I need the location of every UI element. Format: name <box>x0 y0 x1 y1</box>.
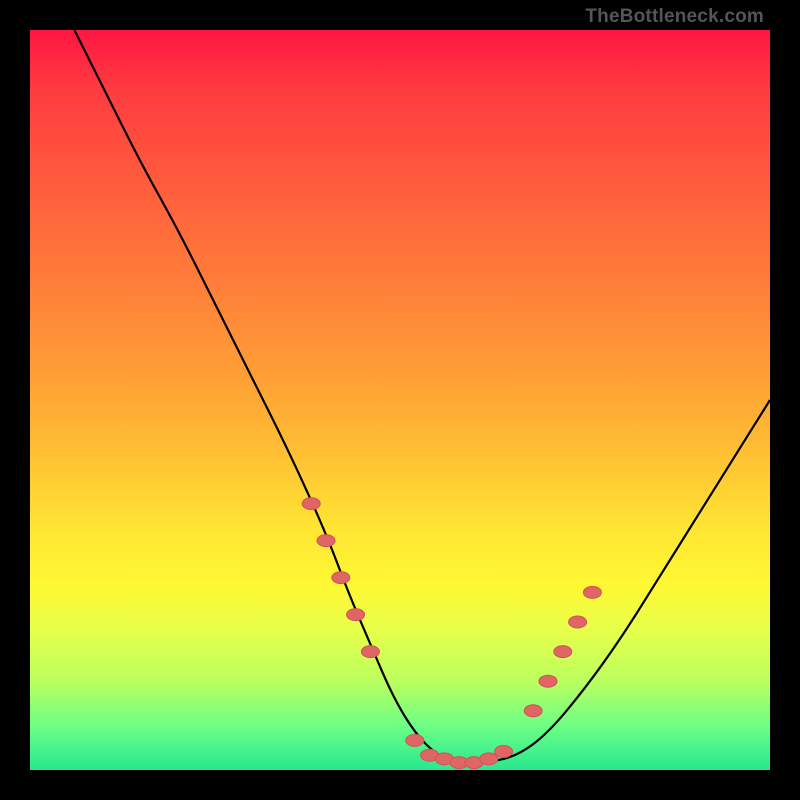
marker-bottom-dot <box>480 753 498 765</box>
marker-left-dot <box>302 498 320 510</box>
plot-area <box>30 30 770 770</box>
chart-frame: TheBottleneck.com <box>0 0 800 800</box>
attribution-label: TheBottleneck.com <box>585 6 764 28</box>
marker-group <box>302 498 601 769</box>
marker-right-dot <box>524 705 542 717</box>
marker-bottom-dot <box>406 734 424 746</box>
marker-left-dot <box>332 572 350 584</box>
marker-bottom-dot <box>495 746 513 758</box>
marker-right-dot <box>583 586 601 598</box>
marker-left-dot <box>361 646 379 658</box>
bottleneck-curve <box>74 30 770 763</box>
marker-right-dot <box>539 675 557 687</box>
marker-right-dot <box>569 616 587 628</box>
marker-left-dot <box>317 535 335 547</box>
curve-layer <box>30 30 770 770</box>
marker-right-dot <box>554 646 572 658</box>
marker-left-dot <box>347 609 365 621</box>
